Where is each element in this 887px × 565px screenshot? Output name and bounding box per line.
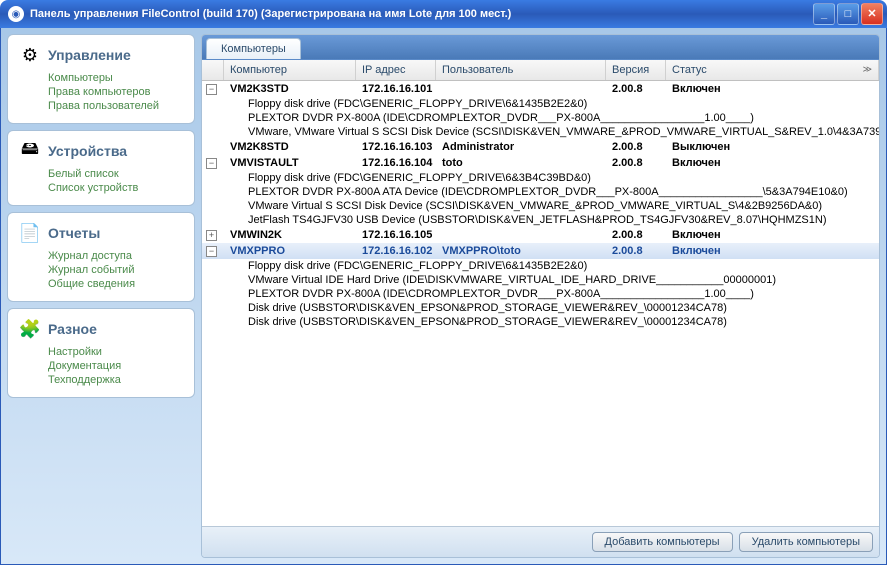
cell-version: 2.00.8 [606, 245, 666, 257]
collapse-icon[interactable]: − [206, 246, 217, 257]
cell-version: 2.00.8 [606, 141, 666, 153]
panel-title: Отчеты [48, 225, 100, 241]
computer-row[interactable]: −VMVISTAULT172.16.16.104toto2.00.8Включе… [202, 155, 879, 171]
minimize-button[interactable]: _ [813, 3, 835, 25]
close-button[interactable]: ✕ [861, 3, 883, 25]
collapse-icon[interactable]: − [206, 158, 217, 169]
col-computer[interactable]: Компьютер [224, 60, 356, 80]
panel-title: Устройства [48, 143, 127, 159]
cell-status: Включен [666, 83, 879, 95]
sidebar-panel: 📄 Отчеты Журнал доступаЖурнал событийОбщие… [7, 212, 195, 302]
footer: Добавить компьютеры Удалить компьютеры [202, 526, 879, 557]
cell-status: Включен [666, 157, 879, 169]
sidebar-item[interactable]: Общие сведения [18, 277, 184, 291]
device-row[interactable]: Disk drive (USBSTOR\DISK&VEN_EPSON&PROD_… [202, 315, 879, 329]
sidebar-item[interactable]: Права компьютеров [18, 85, 184, 99]
cell-computer: VMVISTAULT [224, 157, 356, 169]
device-row[interactable]: VMware Virtual S SCSI Disk Device (SCSI\… [202, 199, 879, 213]
cell-computer: VM2K8STD [224, 141, 356, 153]
computer-row[interactable]: + VMWIN2K172.16.16.105 2.00.8Включен [202, 227, 879, 243]
grid-header: Компьютер IP адрес Пользователь Версия С… [202, 60, 879, 81]
expand-icon: ≫ [863, 64, 872, 75]
sidebar-panel: 🧩 Разное НастройкиДокументацияТехподдержка [7, 308, 195, 398]
cell-status: Включен [666, 229, 879, 241]
expand-icon[interactable]: + [206, 230, 217, 241]
sidebar-panel: ⚙ Управление КомпьютерыПрава компьютеровПр… [7, 34, 195, 124]
tab-computers[interactable]: Компьютеры [206, 38, 301, 59]
maximize-button[interactable]: □ [837, 3, 859, 25]
device-row[interactable]: PLEXTOR DVDR PX-800A (IDE\CDROMPLEXTOR_D… [202, 111, 879, 125]
col-user[interactable]: Пользователь [436, 60, 606, 80]
sidebar-item[interactable]: Техподдержка [18, 373, 184, 387]
remove-computers-button[interactable]: Удалить компьютеры [739, 532, 873, 552]
sidebar-item[interactable]: Белый список [18, 167, 184, 181]
sidebar-item[interactable]: Компьютеры [18, 71, 184, 85]
cell-computer: VM2K3STD [224, 83, 356, 95]
tab-bar: Компьютеры [202, 35, 879, 60]
sidebar-item[interactable]: Документация [18, 359, 184, 373]
panel-title: Разное [48, 321, 97, 337]
cell-version: 2.00.8 [606, 83, 666, 95]
col-ip[interactable]: IP адрес [356, 60, 436, 80]
cell-ip: 172.16.16.105 [356, 229, 436, 241]
device-icon: 🖴 [18, 139, 42, 163]
computer-row[interactable]: −VMXPPRO172.16.16.102VMXPPRO\toto2.00.8В… [202, 243, 879, 259]
cell-status: Включен [666, 245, 879, 257]
sidebar: ⚙ Управление КомпьютерыПрава компьютеровПр… [7, 34, 195, 558]
sidebar-item[interactable]: Права пользователей [18, 99, 184, 113]
device-row[interactable]: Disk drive (USBSTOR\DISK&VEN_EPSON&PROD_… [202, 301, 879, 315]
window-title: Панель управления FileControl (build 170… [30, 8, 813, 20]
sidebar-item[interactable]: Журнал доступа [18, 249, 184, 263]
titlebar[interactable]: ◉ Панель управления FileControl (build 1… [0, 0, 887, 28]
panel-title: Управление [48, 47, 131, 63]
cell-user: VMXPPRO\toto [436, 245, 606, 257]
computer-row[interactable]: −VM2K3STD172.16.16.101 2.00.8Включен [202, 81, 879, 97]
cell-user: toto [436, 157, 606, 169]
device-row[interactable]: PLEXTOR DVDR PX-800A ATA Device (IDE\CDR… [202, 185, 879, 199]
device-row[interactable]: VMware Virtual IDE Hard Drive (IDE\DISKV… [202, 273, 879, 287]
app-icon: ◉ [8, 6, 24, 22]
device-row[interactable]: JetFlash TS4GJFV30 USB Device (USBSTOR\D… [202, 213, 879, 227]
cell-ip: 172.16.16.102 [356, 245, 436, 257]
col-tree [202, 60, 224, 80]
sidebar-item[interactable]: Список устройств [18, 181, 184, 195]
cell-ip: 172.16.16.101 [356, 83, 436, 95]
col-version[interactable]: Версия [606, 60, 666, 80]
collapse-icon[interactable]: − [206, 84, 217, 95]
cell-ip: 172.16.16.104 [356, 157, 436, 169]
cell-computer: VMXPPRO [224, 245, 356, 257]
cell-version: 2.00.8 [606, 229, 666, 241]
computer-row[interactable]: VM2K8STD172.16.16.103Administrator2.00.8… [202, 139, 879, 155]
cell-user: Administrator [436, 141, 606, 153]
report-icon: 📄 [18, 221, 42, 245]
cell-version: 2.00.8 [606, 157, 666, 169]
cell-status: Выключен [666, 141, 879, 153]
device-row[interactable]: PLEXTOR DVDR PX-800A (IDE\CDROMPLEXTOR_D… [202, 287, 879, 301]
col-status[interactable]: Статус≫ [666, 60, 879, 80]
device-row[interactable]: Floppy disk drive (FDC\GENERIC_FLOPPY_DR… [202, 259, 879, 273]
device-row[interactable]: Floppy disk drive (FDC\GENERIC_FLOPPY_DR… [202, 171, 879, 185]
add-computers-button[interactable]: Добавить компьютеры [592, 532, 733, 552]
main-panel: Компьютеры Компьютер IP адрес Пользовате… [201, 34, 880, 558]
sidebar-panel: 🖴 Устройства Белый списокСписок устройств [7, 130, 195, 206]
sidebar-item[interactable]: Журнал событий [18, 263, 184, 277]
cell-computer: VMWIN2K [224, 229, 356, 241]
cell-ip: 172.16.16.103 [356, 141, 436, 153]
device-row[interactable]: VMware, VMware Virtual S SCSI Disk Devic… [202, 125, 879, 139]
device-row[interactable]: Floppy disk drive (FDC\GENERIC_FLOPPY_DR… [202, 97, 879, 111]
sidebar-item[interactable]: Настройки [18, 345, 184, 359]
grid-body[interactable]: −VM2K3STD172.16.16.1012.00.8ВключенFlopp… [202, 81, 879, 526]
gear-icon: ⚙ [18, 43, 42, 67]
misc-icon: 🧩 [18, 317, 42, 341]
